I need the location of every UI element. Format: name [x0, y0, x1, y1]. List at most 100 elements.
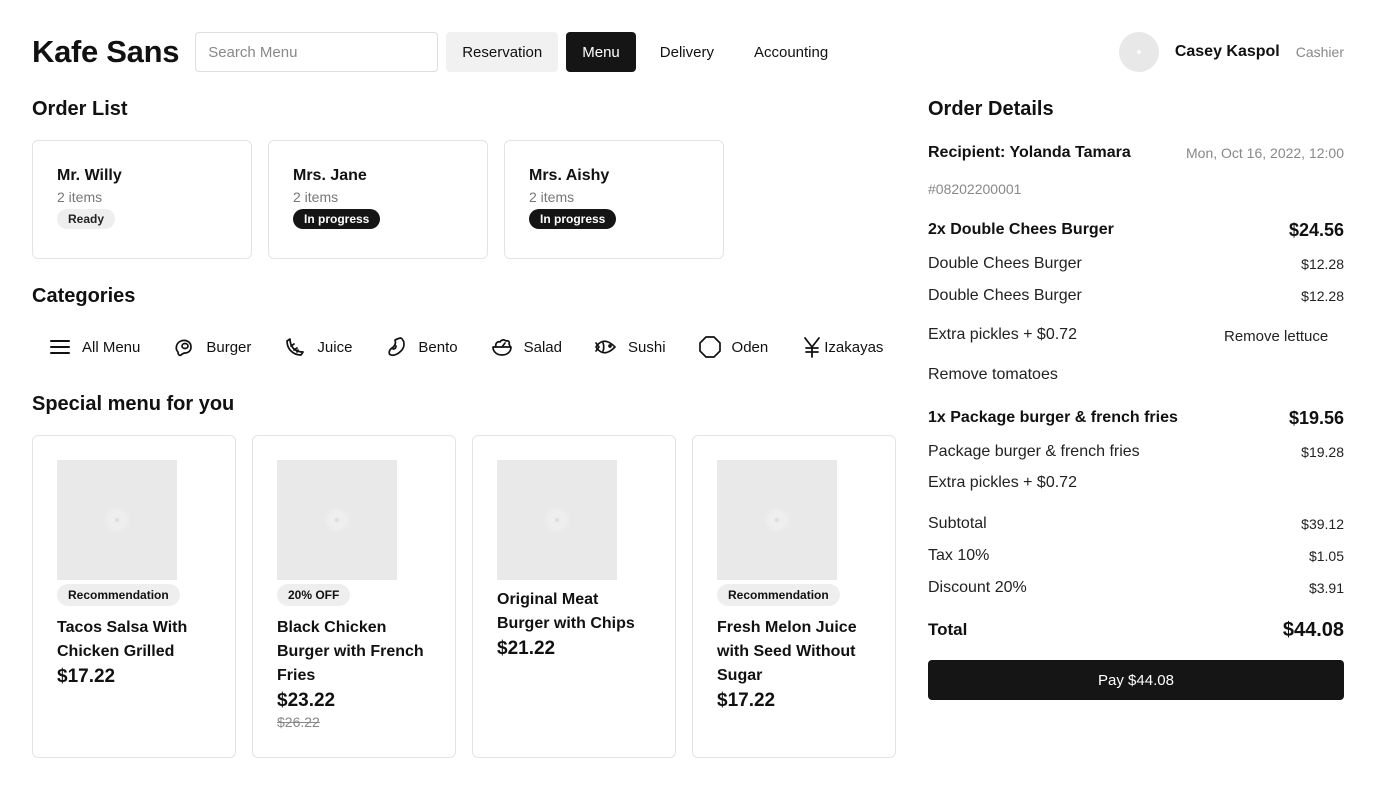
menu-title: Fresh Melon Juice with Seed Without Suga…: [717, 619, 857, 684]
subtotal-label: Subtotal: [928, 515, 987, 532]
avatar[interactable]: [1118, 32, 1159, 72]
nav-delivery[interactable]: Delivery: [644, 32, 730, 72]
special-menu-title: Special menu for you: [32, 393, 235, 415]
nav-accounting[interactable]: Accounting: [738, 32, 844, 72]
juice-icon: [286, 338, 305, 356]
pay-button[interactable]: Pay $44.08: [928, 660, 1344, 700]
category-burger[interactable]: Burger: [156, 328, 267, 366]
subtotal-value: $39.12: [1301, 516, 1344, 532]
status-badge: In progress: [529, 209, 617, 229]
oden-icon: [698, 336, 721, 358]
category-izakayas[interactable]: Izakayas: [784, 328, 899, 366]
order-item-count: 2 items: [529, 189, 575, 205]
discount-row: Discount 20% $3.91: [928, 578, 1344, 598]
order-item-count: 2 items: [293, 189, 339, 205]
menu-price: $17.22: [57, 666, 116, 687]
top-bar: Kafe Sans Reservation Menu Delivery Acco…: [32, 32, 1344, 72]
category-juice[interactable]: Juice: [267, 328, 368, 366]
order-card[interactable]: Mrs. Jane 2 items In progress: [268, 140, 488, 259]
modifier: Remove tomatoes: [928, 366, 1058, 383]
menu-badge: Recommendation: [57, 584, 180, 606]
order-list-title: Order List: [32, 98, 128, 120]
order-customer-name: Mrs. Aishy: [529, 167, 610, 184]
subtotal-row: Subtotal $39.12: [928, 514, 1344, 534]
menu-card[interactable]: Recommendation Tacos Salsa With Chicken …: [32, 435, 236, 758]
menu-badge: 20% OFF: [277, 584, 351, 606]
item-group-title: 2x Double Chees Burger: [928, 221, 1114, 238]
yen-icon: [804, 337, 821, 358]
user-name: Casey Kaspol: [1174, 43, 1280, 60]
category-label: Salad: [523, 338, 562, 356]
tax-value: $1.05: [1308, 548, 1344, 564]
modifier: Remove lettuce: [1224, 328, 1329, 345]
main-nav: Reservation Menu Delivery Accounting: [446, 32, 844, 72]
discount-label: Discount 20%: [928, 579, 1027, 596]
item-group-price: $19.56: [1288, 407, 1344, 428]
menu-title: Tacos Salsa With Chicken Grilled: [57, 619, 188, 660]
menu-card[interactable]: Original Meat Burger with Chips $21.22: [472, 435, 676, 758]
categories-title: Categories: [32, 285, 136, 307]
category-label: Burger: [206, 338, 252, 356]
category-all-menu[interactable]: All Menu: [32, 328, 156, 366]
category-salad[interactable]: Salad: [474, 328, 578, 366]
menu-card[interactable]: Recommendation Fresh Melon Juice with Se…: [692, 435, 896, 758]
salad-icon: [491, 339, 512, 356]
total-row: Total $44.08: [928, 618, 1344, 642]
line-label: Double Chees Burger: [928, 255, 1082, 272]
status-badge: In progress: [293, 209, 381, 229]
order-line: Double Chees Burger $12.28: [928, 254, 1344, 274]
order-item-group: 1x Package burger & french fries $19.56: [928, 407, 1344, 429]
bento-icon: [388, 337, 406, 357]
status-badge: Ready: [57, 209, 116, 229]
nav-menu[interactable]: Menu: [566, 32, 636, 72]
category-bento[interactable]: Bento: [368, 328, 473, 366]
menu-price: $21.22: [497, 638, 556, 659]
recipient-name: Recipient: Yolanda Tamara: [928, 144, 1131, 161]
order-item-group: 2x Double Chees Burger $24.56: [928, 219, 1344, 241]
nav-reservation[interactable]: Reservation: [446, 32, 559, 72]
order-list: Mr. Willy 2 items Ready Mrs. Jane 2 item…: [32, 140, 724, 259]
total-label: Total: [928, 620, 968, 639]
category-bar: All Menu Burger Juice Bento Salad Sushi …: [32, 328, 899, 366]
burger-icon: [175, 339, 193, 357]
category-label: All Menu: [82, 338, 141, 356]
menu-image: [277, 460, 397, 580]
recipient-row: Recipient: Yolanda Tamara Mon, Oct 16, 2…: [928, 142, 1344, 164]
item-group-price: $24.56: [1288, 219, 1344, 240]
menu-old-price: $26.22: [277, 714, 320, 730]
order-line: Package burger & french fries $19.28: [928, 442, 1344, 462]
user-profile[interactable]: Casey Kaspol Cashier: [1118, 32, 1344, 72]
tax-label: Tax 10%: [928, 547, 990, 564]
order-item-count: 2 items: [57, 189, 103, 205]
menu-image: [717, 460, 837, 580]
user-role: Cashier: [1295, 44, 1344, 60]
order-customer-name: Mr. Willy: [57, 167, 122, 184]
line-price: $12.28: [1301, 288, 1344, 304]
order-customer-name: Mrs. Jane: [293, 167, 367, 184]
category-oden[interactable]: Oden: [682, 328, 785, 366]
category-label: Oden: [731, 338, 769, 356]
search-input[interactable]: [195, 32, 439, 72]
sushi-icon: [595, 340, 616, 354]
menu-badge: Recommendation: [717, 584, 840, 606]
category-label: Izakayas: [824, 338, 884, 356]
line-price: $12.28: [1301, 256, 1344, 272]
category-label: Bento: [418, 338, 458, 356]
order-id: #08202200001: [928, 181, 1022, 197]
menu-title: Black Chicken Burger with French Fries: [277, 619, 424, 684]
menu-price: $23.22: [277, 690, 336, 711]
order-card[interactable]: Mr. Willy 2 items Ready: [32, 140, 252, 259]
app-logo: Kafe Sans: [32, 34, 180, 69]
total-value: $44.08: [1282, 618, 1344, 641]
tax-row: Tax 10% $1.05: [928, 546, 1344, 566]
category-label: Sushi: [628, 338, 666, 356]
menu-card[interactable]: 20% OFF Black Chicken Burger with French…: [252, 435, 456, 758]
item-group-title: 1x Package burger & french fries: [928, 409, 1178, 426]
menu-image: [497, 460, 617, 580]
special-menu-list: Recommendation Tacos Salsa With Chicken …: [32, 435, 896, 758]
modifier: Extra pickles + $0.72: [928, 474, 1077, 491]
category-sushi[interactable]: Sushi: [578, 328, 682, 366]
order-line: Double Chees Burger $12.28: [928, 286, 1344, 306]
order-card[interactable]: Mrs. Aishy 2 items In progress: [504, 140, 724, 259]
discount-value: $3.91: [1308, 580, 1344, 596]
